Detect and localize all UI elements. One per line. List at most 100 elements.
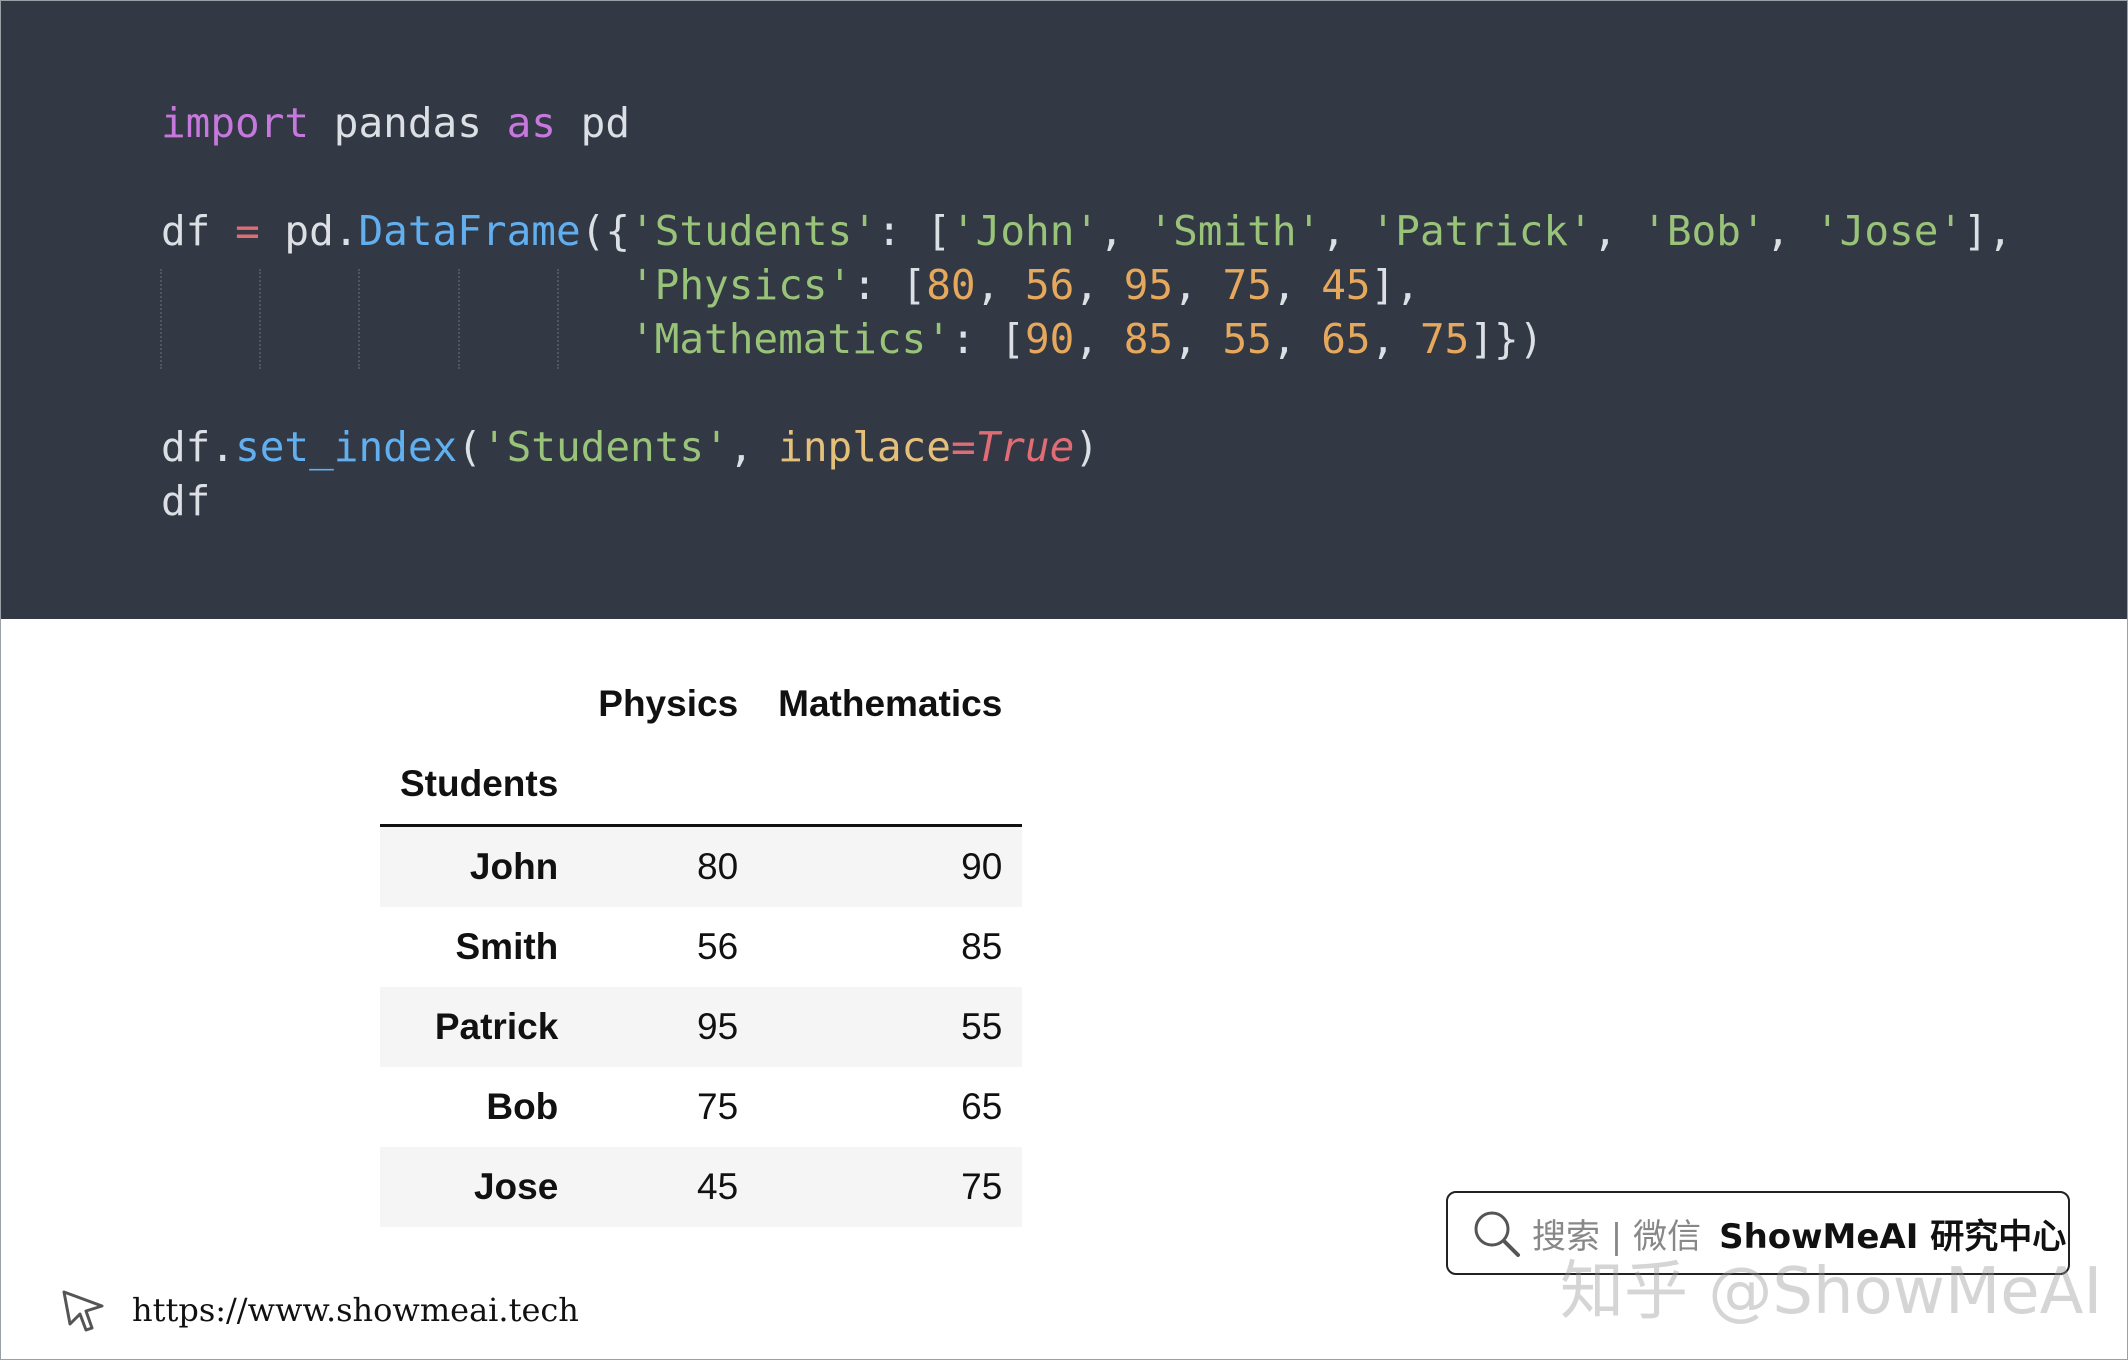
code-token: ],	[1370, 261, 1420, 309]
code-token: 'Physics'	[630, 261, 853, 309]
indent-guide	[259, 269, 261, 369]
code-token: ,	[1173, 261, 1223, 309]
code-token: =	[235, 207, 260, 255]
code-token: : [	[950, 315, 1025, 363]
code-token: : [	[852, 261, 927, 309]
code-token: 'Students'	[630, 207, 877, 255]
code-line: import pandas as pd	[161, 96, 2012, 150]
code-token: 80	[926, 261, 976, 309]
code-token: df	[161, 477, 211, 525]
code-token: 'Patrick'	[1370, 207, 1593, 255]
indent-guide	[160, 269, 162, 369]
code-token: )	[1074, 423, 1100, 471]
row-index: John	[469, 846, 559, 887]
website-url[interactable]: https://www.showmeai.tech	[132, 1291, 579, 1329]
code-token: 45	[1321, 261, 1371, 309]
column-header-row: Physics Mathematics	[380, 664, 1022, 744]
code-token: 'John'	[950, 207, 1100, 255]
column-header: Mathematics	[778, 683, 1003, 724]
table-cell: 90	[961, 846, 1003, 887]
code-token: ,	[1370, 315, 1420, 363]
watermark: 知乎 @ShowMeAI	[1560, 1255, 2103, 1329]
table-cell: 56	[697, 926, 739, 967]
code-token: inplace	[778, 423, 951, 471]
code-token: pandas	[309, 99, 507, 147]
table-cell: 95	[697, 1006, 739, 1047]
table-cell: 85	[961, 926, 1003, 967]
footer: https://www.showmeai.tech	[58, 1284, 579, 1336]
code-token: import	[161, 99, 310, 147]
code-token: 'Mathematics'	[630, 315, 951, 363]
code-token: 75	[1419, 315, 1470, 363]
code-token: ,	[1592, 207, 1643, 255]
table-cell: 65	[961, 1086, 1003, 1127]
code-token: True	[975, 423, 1075, 471]
table-row: Jose 45 75	[380, 1147, 1023, 1227]
code-line: df.set_index('Students', inplace=True)	[161, 420, 2012, 474]
code-token: ]})	[1469, 315, 1544, 363]
code-token: pd	[555, 99, 631, 147]
code-token: 90	[1024, 315, 1075, 363]
indent-guide	[358, 269, 360, 369]
code-token: : [	[876, 207, 951, 255]
index-name: Students	[380, 744, 579, 827]
code-token: ],	[1963, 207, 2013, 255]
code-token: df.	[161, 423, 236, 471]
code-token: ,	[1074, 261, 1124, 309]
cursor-arrow-icon	[62, 1290, 104, 1332]
code-token: pd.	[259, 207, 359, 255]
code-token: ,	[1271, 315, 1322, 363]
row-index: Patrick	[434, 1006, 559, 1047]
code-token: set_index	[235, 423, 458, 471]
code-token: (	[457, 423, 482, 471]
table-cell: 75	[697, 1086, 739, 1127]
table-row: John 80 90	[380, 825, 1023, 907]
row-index: Smith	[455, 926, 559, 967]
code-token: ,	[975, 261, 1025, 309]
column-header: Physics	[598, 683, 739, 724]
code-token: ,	[1173, 315, 1223, 363]
table-cell: 55	[961, 1006, 1003, 1047]
table-cell: 45	[697, 1166, 739, 1207]
row-index: Bob	[486, 1086, 559, 1127]
code-token: 55	[1222, 315, 1272, 363]
blank-corner	[380, 664, 578, 744]
table-cell: 75	[961, 1166, 1003, 1207]
code-line: 'Mathematics': [90, 85, 55, 65, 75]})	[161, 312, 2012, 366]
code-token: 'Bob'	[1642, 207, 1766, 255]
index-name-row: Students	[380, 744, 1023, 827]
code-token: ,	[1074, 315, 1124, 363]
code-token: as	[506, 99, 556, 147]
table-cell: 80	[697, 846, 739, 887]
table-row: Bob 75 65	[380, 1067, 1022, 1147]
code-token: 'Smith'	[1148, 207, 1322, 255]
code-token: ,	[1765, 207, 1815, 255]
table-row: Patrick 95 55	[380, 987, 1023, 1067]
table-row: Smith 56 85	[380, 907, 1022, 987]
dataframe-output: Physics Mathematics Students John 80 90 Smi…	[380, 664, 1023, 1227]
code-token: DataFrame	[358, 207, 581, 255]
code-token: 85	[1123, 315, 1174, 363]
magnifier-icon	[1474, 1211, 1520, 1257]
code-token: 56	[1024, 261, 1075, 309]
code-token: ,	[728, 423, 779, 471]
code-line: 'Physics': [80, 56, 95, 75, 45],	[161, 258, 2012, 312]
code-token: 'Jose'	[1814, 207, 1964, 255]
code-line: df	[161, 474, 2012, 528]
code-line: df = pd.DataFrame({'Students': ['John', …	[161, 204, 2012, 258]
code-token: ({	[580, 207, 631, 255]
code-token: df	[161, 207, 236, 255]
dataframe-table: Physics Mathematics Students John 80 90 Smi…	[380, 664, 1023, 1227]
code-token: 95	[1123, 261, 1174, 309]
code-token: ,	[1321, 207, 1371, 255]
code-token: 75	[1222, 261, 1272, 309]
code-token: 'Students'	[481, 423, 729, 471]
indent-guide	[458, 269, 460, 369]
code-cell: import pandas as pd df = pd.DataFrame({'S…	[1, 1, 2127, 619]
code-token: ,	[1099, 207, 1149, 255]
code-token: 65	[1321, 315, 1371, 363]
